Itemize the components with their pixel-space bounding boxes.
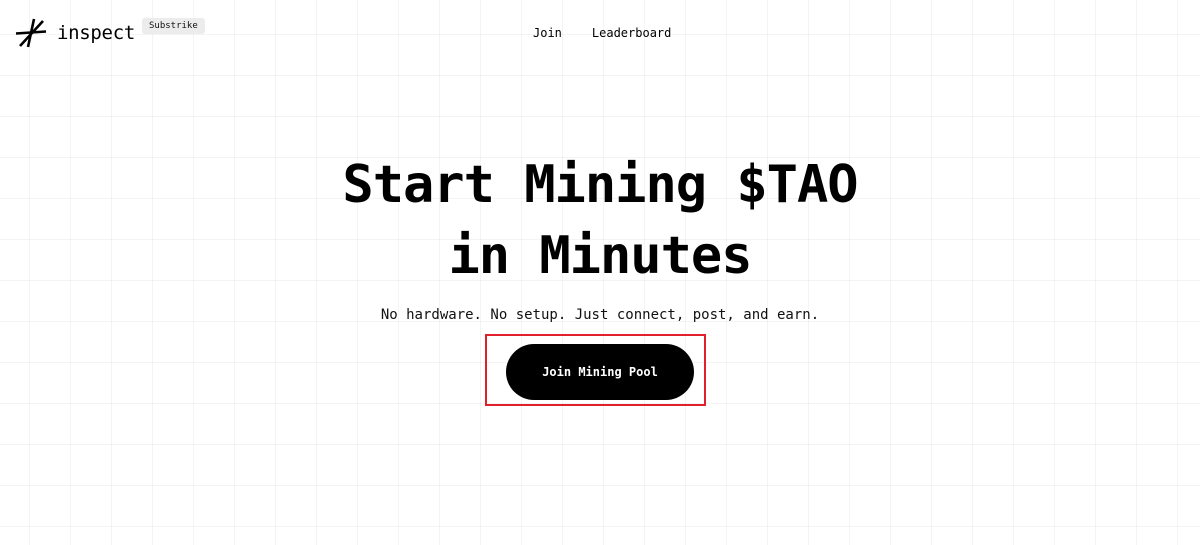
product-badge: Substrike xyxy=(142,18,205,34)
logo-link[interactable]: inspect xyxy=(15,17,135,49)
hero-title-line-1: Start Mining $TAO xyxy=(342,155,858,215)
hero-title-line-2: in Minutes xyxy=(448,226,752,286)
logo-text: inspect xyxy=(57,22,135,44)
site-header: inspect Substrike Join Leaderboard xyxy=(0,0,1200,70)
hero-title: Start Mining $TAO in Minutes xyxy=(0,150,1200,292)
join-mining-pool-button[interactable]: Join Mining Pool xyxy=(506,344,694,400)
nav-link-leaderboard[interactable]: Leaderboard xyxy=(592,26,671,40)
nav-link-join[interactable]: Join xyxy=(533,26,562,40)
asterisk-logo-icon xyxy=(15,18,47,48)
hero-subtitle: No hardware. No setup. Just connect, pos… xyxy=(380,307,820,323)
hero-heading-wrap: Start Mining $TAO in Minutes xyxy=(0,150,1200,292)
main-nav: Join Leaderboard xyxy=(533,26,671,40)
